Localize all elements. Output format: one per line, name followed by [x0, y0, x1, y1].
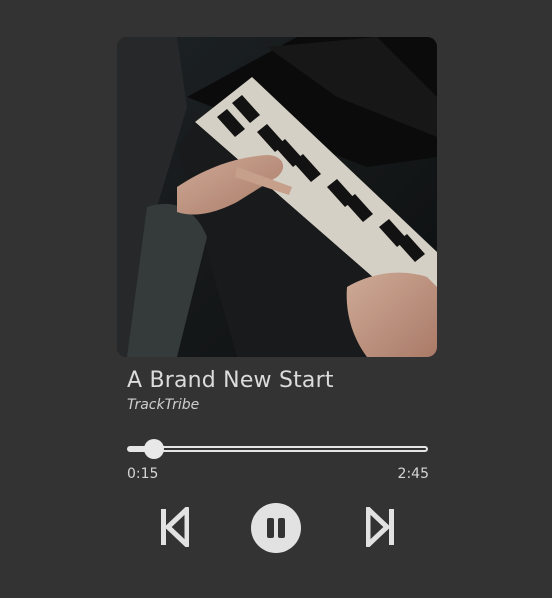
- seek-slider[interactable]: [127, 439, 430, 459]
- playback-controls: [117, 503, 437, 553]
- music-player: A Brand New Start TrackTribe 0:15 2:45: [117, 37, 437, 553]
- pause-icon: [267, 518, 285, 538]
- skip-next-icon: [365, 506, 394, 548]
- track-artist: TrackTribe: [127, 397, 200, 413]
- seek-track[interactable]: [127, 446, 428, 452]
- track-title: A Brand New Start: [127, 368, 334, 393]
- pause-button[interactable]: [251, 503, 301, 553]
- skip-previous-icon: [161, 506, 190, 548]
- current-time: 0:15: [127, 466, 159, 482]
- previous-button[interactable]: [159, 506, 190, 551]
- time-display: 0:15 2:45: [127, 466, 429, 482]
- next-button[interactable]: [365, 506, 396, 551]
- seek-thumb[interactable]: [144, 439, 164, 459]
- album-artwork: [117, 37, 437, 357]
- total-duration: 2:45: [397, 466, 429, 482]
